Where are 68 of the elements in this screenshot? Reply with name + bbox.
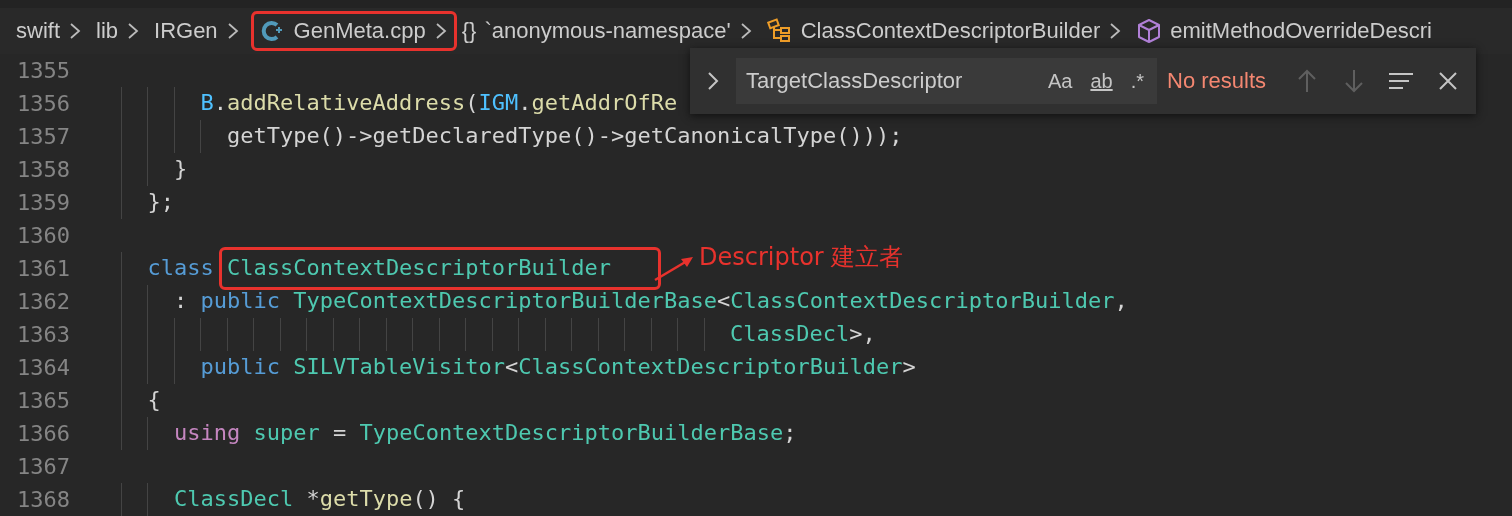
status-text: No results	[1167, 68, 1267, 94]
code-token: getAddrOfRe	[531, 89, 678, 115]
breadcrumb-item[interactable]: ClassContextDescriptorBuilder	[763, 11, 1132, 51]
code-token: () {	[412, 485, 466, 511]
code-token: B	[200, 89, 214, 115]
code-token: }	[173, 155, 188, 181]
breadcrumb-item[interactable]: emitMethodOverrideDescri	[1133, 11, 1441, 51]
code-token: TypeContextDescriptorBuilderBase	[293, 287, 717, 313]
code-token: ClassContextDescriptorBuilder	[226, 254, 612, 280]
code-token: IGM	[478, 89, 519, 115]
code-token: public	[200, 353, 280, 379]
code-token: class	[147, 254, 214, 280]
chevron-icon	[126, 21, 140, 41]
code-token: *	[306, 485, 320, 511]
line-number: 1362	[16, 289, 70, 314]
code-token: super	[253, 419, 320, 445]
line-number: 1360	[16, 223, 70, 248]
code-token: >,	[849, 320, 876, 346]
line-number: 1356	[16, 91, 70, 116]
line-number: 1368	[16, 487, 70, 512]
code-token: >	[902, 353, 916, 379]
line-number: 1365	[16, 388, 70, 413]
option-toggle[interactable]: ab	[1087, 66, 1116, 96]
code-token: .	[518, 89, 532, 115]
line-number: 1364	[16, 355, 70, 380]
line-number: 1367	[16, 454, 70, 479]
chevron-icon	[1108, 21, 1123, 41]
braces-icon: {}	[461, 18, 477, 44]
code-token: public	[200, 287, 280, 313]
code-token: :	[173, 287, 188, 313]
breadcrumb-item[interactable]: IRGen	[151, 11, 249, 51]
code-token: TypeContextDescriptorBuilderBase	[359, 419, 784, 445]
code-token: .	[213, 89, 227, 115]
code-token: <	[505, 353, 519, 379]
code-token: addRelativeAddress	[226, 89, 466, 115]
code-token: {	[147, 386, 161, 412]
search-field[interactable]: TargetClassDescriptor Aa ab .*	[736, 58, 1157, 104]
code-token: ,	[1114, 287, 1128, 313]
code-token: ClassContextDescriptorBuilder	[730, 287, 1115, 313]
option-toggle[interactable]: .*	[1127, 66, 1147, 96]
code-token: using	[173, 419, 241, 445]
code-token: (	[465, 89, 479, 115]
code-token: getType()->getDeclaredType()->getCanonicalType()));	[226, 122, 903, 148]
line-number: 1366	[16, 421, 70, 446]
code-token: ClassDecl	[173, 485, 294, 511]
code-token: <	[717, 287, 731, 313]
chevron-icon	[68, 21, 82, 41]
line-number: 1359	[16, 190, 70, 215]
line-number: 1363	[16, 322, 70, 347]
code-token: ClassDecl	[730, 320, 850, 346]
line-number: 1358	[16, 157, 70, 182]
annotation-label: Descriptor 建立者	[699, 241, 904, 273]
line-number: 1357	[16, 124, 70, 149]
breadcrumb-item[interactable]: swift	[13, 11, 91, 51]
breadcrumb-item[interactable]: lib	[93, 11, 149, 51]
code-token: =	[332, 419, 347, 445]
hierarchy-icon	[766, 18, 793, 44]
code-token: ;	[783, 419, 797, 445]
code-token: getType	[319, 485, 413, 511]
cube-icon	[1136, 18, 1163, 44]
breadcrumb-item[interactable]: GenMeta.cpp	[250, 11, 457, 51]
breadcrumb-item[interactable]: {} `anonymous-namespace'	[458, 11, 762, 51]
line-number: 1355	[16, 58, 70, 83]
code-token: SILVTableVisitor	[293, 353, 506, 379]
line-number: 1361	[16, 256, 70, 281]
code-token: ClassContextDescriptorBuilder	[518, 353, 903, 379]
option-toggle[interactable]: Aa	[1044, 66, 1076, 96]
code-token: };	[147, 188, 174, 214]
